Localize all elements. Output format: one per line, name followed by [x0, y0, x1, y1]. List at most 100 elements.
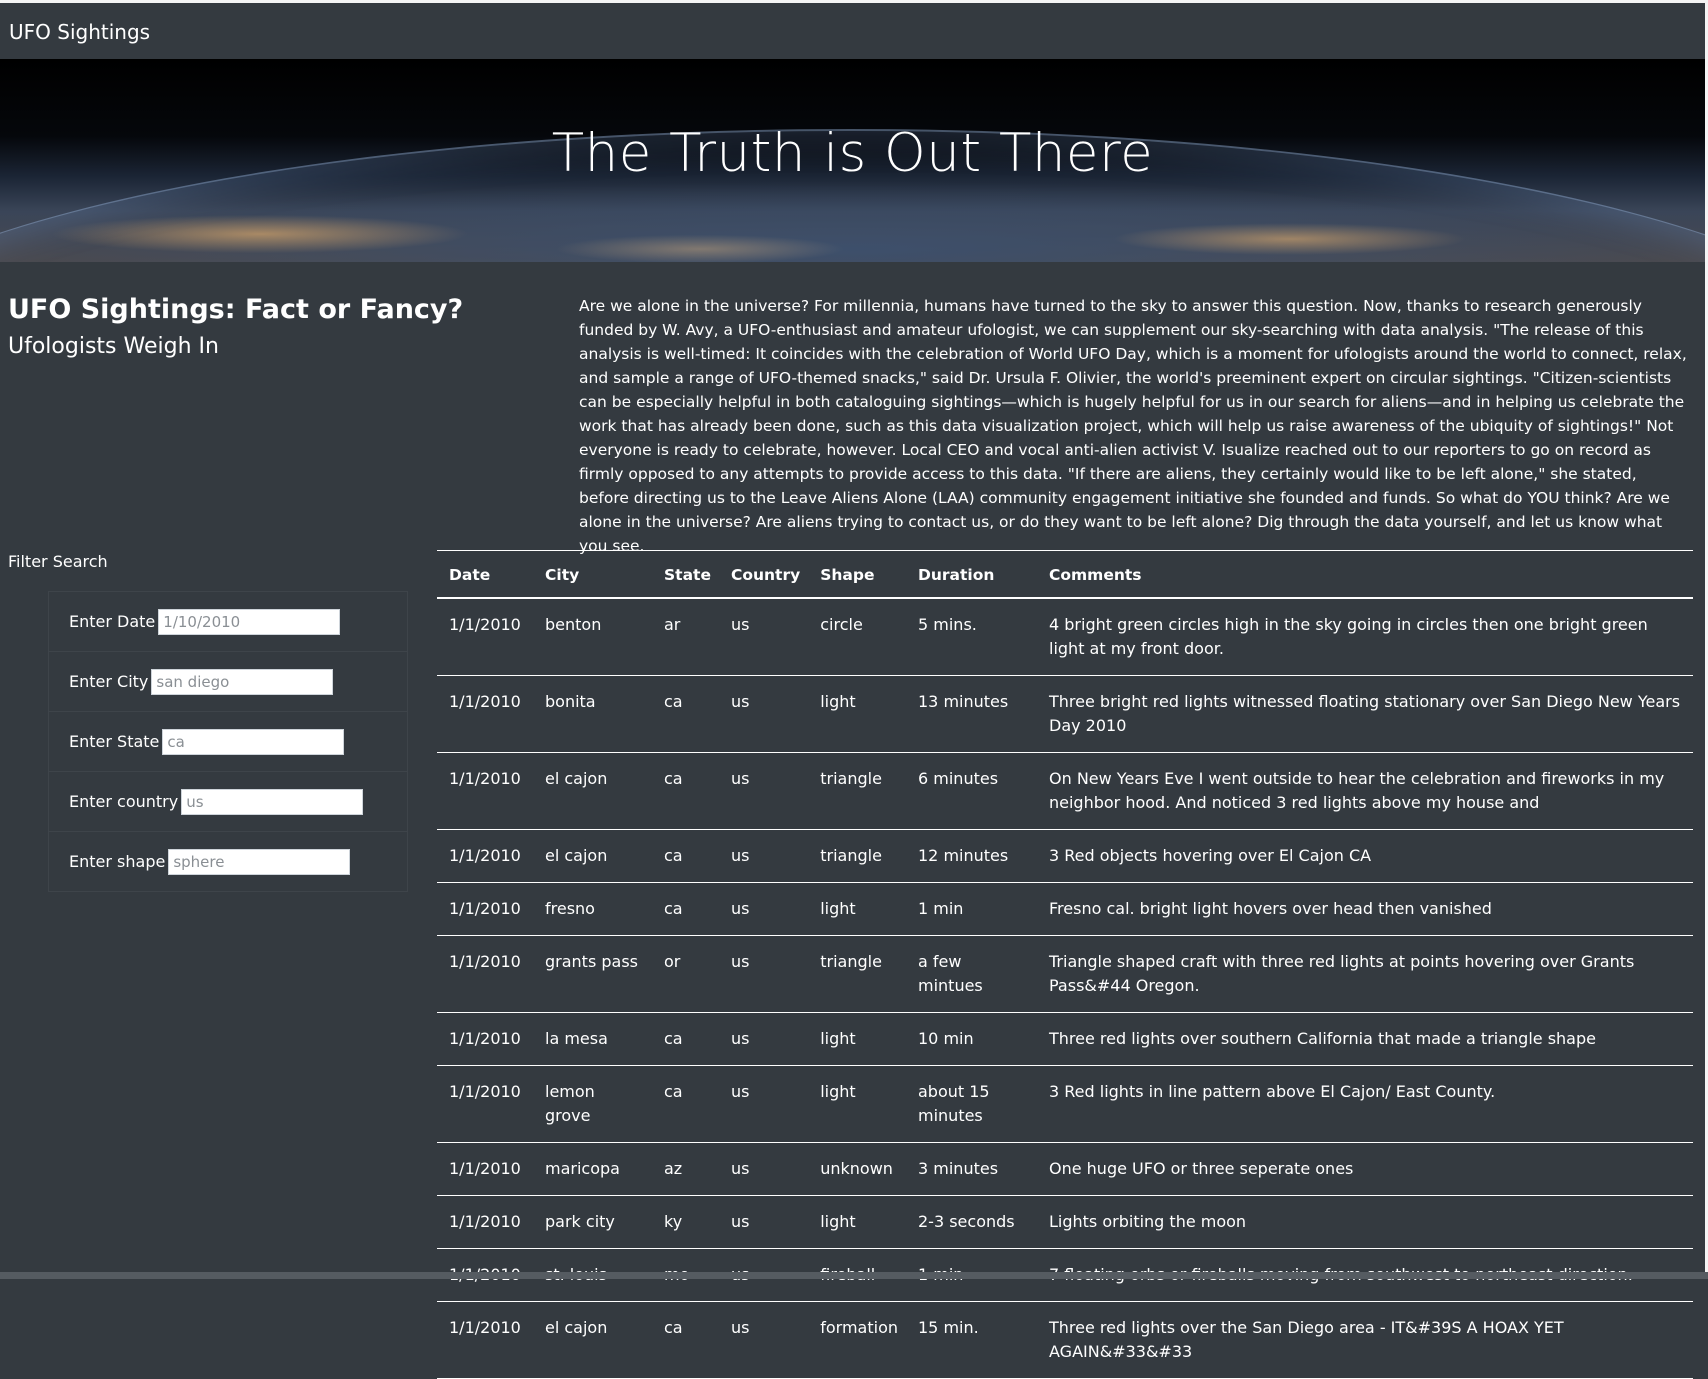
- cell-city: benton: [533, 598, 652, 676]
- cell-shape: formation: [808, 1301, 906, 1379]
- cell-comments: 3 Red objects hovering over El Cajon CA: [1037, 829, 1693, 883]
- cell-country: us: [718, 935, 809, 1013]
- cell-country: us: [718, 675, 809, 753]
- cell-shape: light: [808, 1012, 906, 1066]
- cell-date: 1/1/2010: [437, 829, 533, 883]
- article-heading: UFO Sightings: Fact or Fancy? Ufologists…: [8, 293, 508, 365]
- cell-date: 1/1/2010: [437, 1301, 533, 1379]
- cell-country: us: [718, 1301, 809, 1379]
- article-subtitle: Ufologists Weigh In: [8, 334, 219, 359]
- state-filter-input[interactable]: [162, 728, 345, 755]
- cell-city: park city: [533, 1195, 652, 1249]
- navbar-brand-link[interactable]: UFO Sightings: [9, 20, 150, 44]
- cell-comments: Fresno cal. bright light hovers over hea…: [1037, 882, 1693, 936]
- cell-shape: light: [808, 1195, 906, 1249]
- header-duration: Duration: [906, 550, 1037, 599]
- table-header: Date City State Country Shape Duration C…: [437, 550, 1693, 599]
- table-row: 1/1/2010 la mesa ca us light 10 min Three red …: [437, 1012, 1693, 1066]
- cell-shape: triangle: [808, 752, 906, 830]
- cell-country: us: [718, 1065, 809, 1143]
- cell-city: el cajon: [533, 752, 652, 830]
- cell-state: ca: [652, 1065, 719, 1143]
- filter-shape-item: Enter shape: [49, 832, 407, 891]
- cell-state: ca: [652, 1012, 719, 1066]
- filter-city-item: Enter City: [49, 652, 407, 712]
- filter-shape-label: Enter shape: [69, 852, 166, 871]
- cell-state: ky: [652, 1195, 719, 1249]
- cell-comments: Three red lights over the San Diego area…: [1037, 1301, 1693, 1379]
- header-comments: Comments: [1037, 550, 1693, 599]
- header-shape: Shape: [808, 550, 906, 599]
- cell-country: us: [718, 752, 809, 830]
- cell-state: ca: [652, 882, 719, 936]
- cell-comments: 3 Red lights in line pattern above El Ca…: [1037, 1065, 1693, 1143]
- cell-country: us: [718, 1142, 809, 1196]
- cell-duration: 15 min.: [906, 1301, 1037, 1379]
- cell-country: us: [718, 829, 809, 883]
- cell-shape: light: [808, 675, 906, 753]
- table-row: 1/1/2010 maricopa az us unknown 3 minutes One …: [437, 1142, 1693, 1196]
- navbar: UFO Sightings: [0, 3, 1705, 59]
- cell-comments: On New Years Eve I went outside to hear …: [1037, 752, 1693, 830]
- table-row: 1/1/2010 el cajon ca us triangle 6 minutes On …: [437, 752, 1693, 830]
- table-row: 1/1/2010 grants pass or us triangle a few min…: [437, 935, 1693, 1013]
- cell-shape: unknown: [808, 1142, 906, 1196]
- cell-country: us: [718, 1195, 809, 1249]
- cell-comments: 4 bright green circles high in the sky g…: [1037, 598, 1693, 676]
- header-state: State: [652, 550, 719, 599]
- table-body: 1/1/2010 benton ar us circle 5 mins. 4 bright …: [437, 598, 1693, 1379]
- date-filter-input[interactable]: [158, 608, 341, 635]
- article-title: UFO Sightings: Fact or Fancy?: [8, 294, 464, 325]
- header-city: City: [533, 550, 652, 599]
- country-filter-input[interactable]: [181, 788, 364, 815]
- cell-shape: circle: [808, 598, 906, 676]
- cell-country: us: [718, 598, 809, 676]
- cell-city: el cajon: [533, 829, 652, 883]
- cell-duration: 5 mins.: [906, 598, 1037, 676]
- filter-state-item: Enter State: [49, 712, 407, 772]
- table-row: 1/1/2010 bonita ca us light 13 minutes Three b…: [437, 675, 1693, 753]
- ufo-table-container: Date City State Country Shape Duration C…: [437, 550, 1693, 1379]
- cell-country: us: [718, 1012, 809, 1066]
- shape-filter-input[interactable]: [168, 848, 351, 875]
- filter-list: Enter Date Enter City Enter State Enter …: [48, 591, 408, 892]
- cell-shape: triangle: [808, 935, 906, 1013]
- table-row: 1/1/2010 fresno ca us light 1 min Fresno cal. …: [437, 882, 1693, 936]
- cell-duration: 3 minutes: [906, 1142, 1037, 1196]
- header-date: Date: [437, 550, 533, 599]
- filter-date-item: Enter Date: [49, 592, 407, 652]
- cell-city: el cajon: [533, 1301, 652, 1379]
- cell-state: ca: [652, 1301, 719, 1379]
- cell-city: grants pass: [533, 935, 652, 1013]
- cell-duration: 12 minutes: [906, 829, 1037, 883]
- cell-state: ar: [652, 598, 719, 676]
- filter-country-item: Enter country: [49, 772, 407, 832]
- cell-country: us: [718, 882, 809, 936]
- filter-state-label: Enter State: [69, 732, 160, 751]
- cell-state: ca: [652, 829, 719, 883]
- ufo-table: Date City State Country Shape Duration C…: [437, 550, 1693, 1379]
- cell-city: fresno: [533, 882, 652, 936]
- cell-state: or: [652, 935, 719, 1013]
- cell-duration: a few mintues: [906, 935, 1037, 1013]
- hero-title: The Truth is Out There: [551, 123, 1154, 184]
- cell-date: 1/1/2010: [437, 598, 533, 676]
- cell-duration: 10 min: [906, 1012, 1037, 1066]
- cell-shape: light: [808, 1065, 906, 1143]
- cell-duration: 6 minutes: [906, 752, 1037, 830]
- table-header-row: Date City State Country Shape Duration C…: [437, 550, 1693, 599]
- cell-state: ca: [652, 675, 719, 753]
- city-filter-input[interactable]: [151, 668, 334, 695]
- cell-date: 1/1/2010: [437, 1012, 533, 1066]
- cell-state: ca: [652, 752, 719, 830]
- cell-city: lemon grove: [533, 1065, 652, 1143]
- cell-city: maricopa: [533, 1142, 652, 1196]
- filter-country-label: Enter country: [69, 792, 179, 811]
- table-row: 1/1/2010 benton ar us circle 5 mins. 4 bright …: [437, 598, 1693, 676]
- window-bottom-bar: [0, 1272, 1708, 1279]
- filter-city-label: Enter City: [69, 672, 149, 691]
- table-row: 1/1/2010 lemon grove ca us light about 15 min…: [437, 1065, 1693, 1143]
- cell-city: bonita: [533, 675, 652, 753]
- table-row: 1/1/2010 el cajon ca us triangle 12 minutes 3 …: [437, 829, 1693, 883]
- cell-date: 1/1/2010: [437, 1195, 533, 1249]
